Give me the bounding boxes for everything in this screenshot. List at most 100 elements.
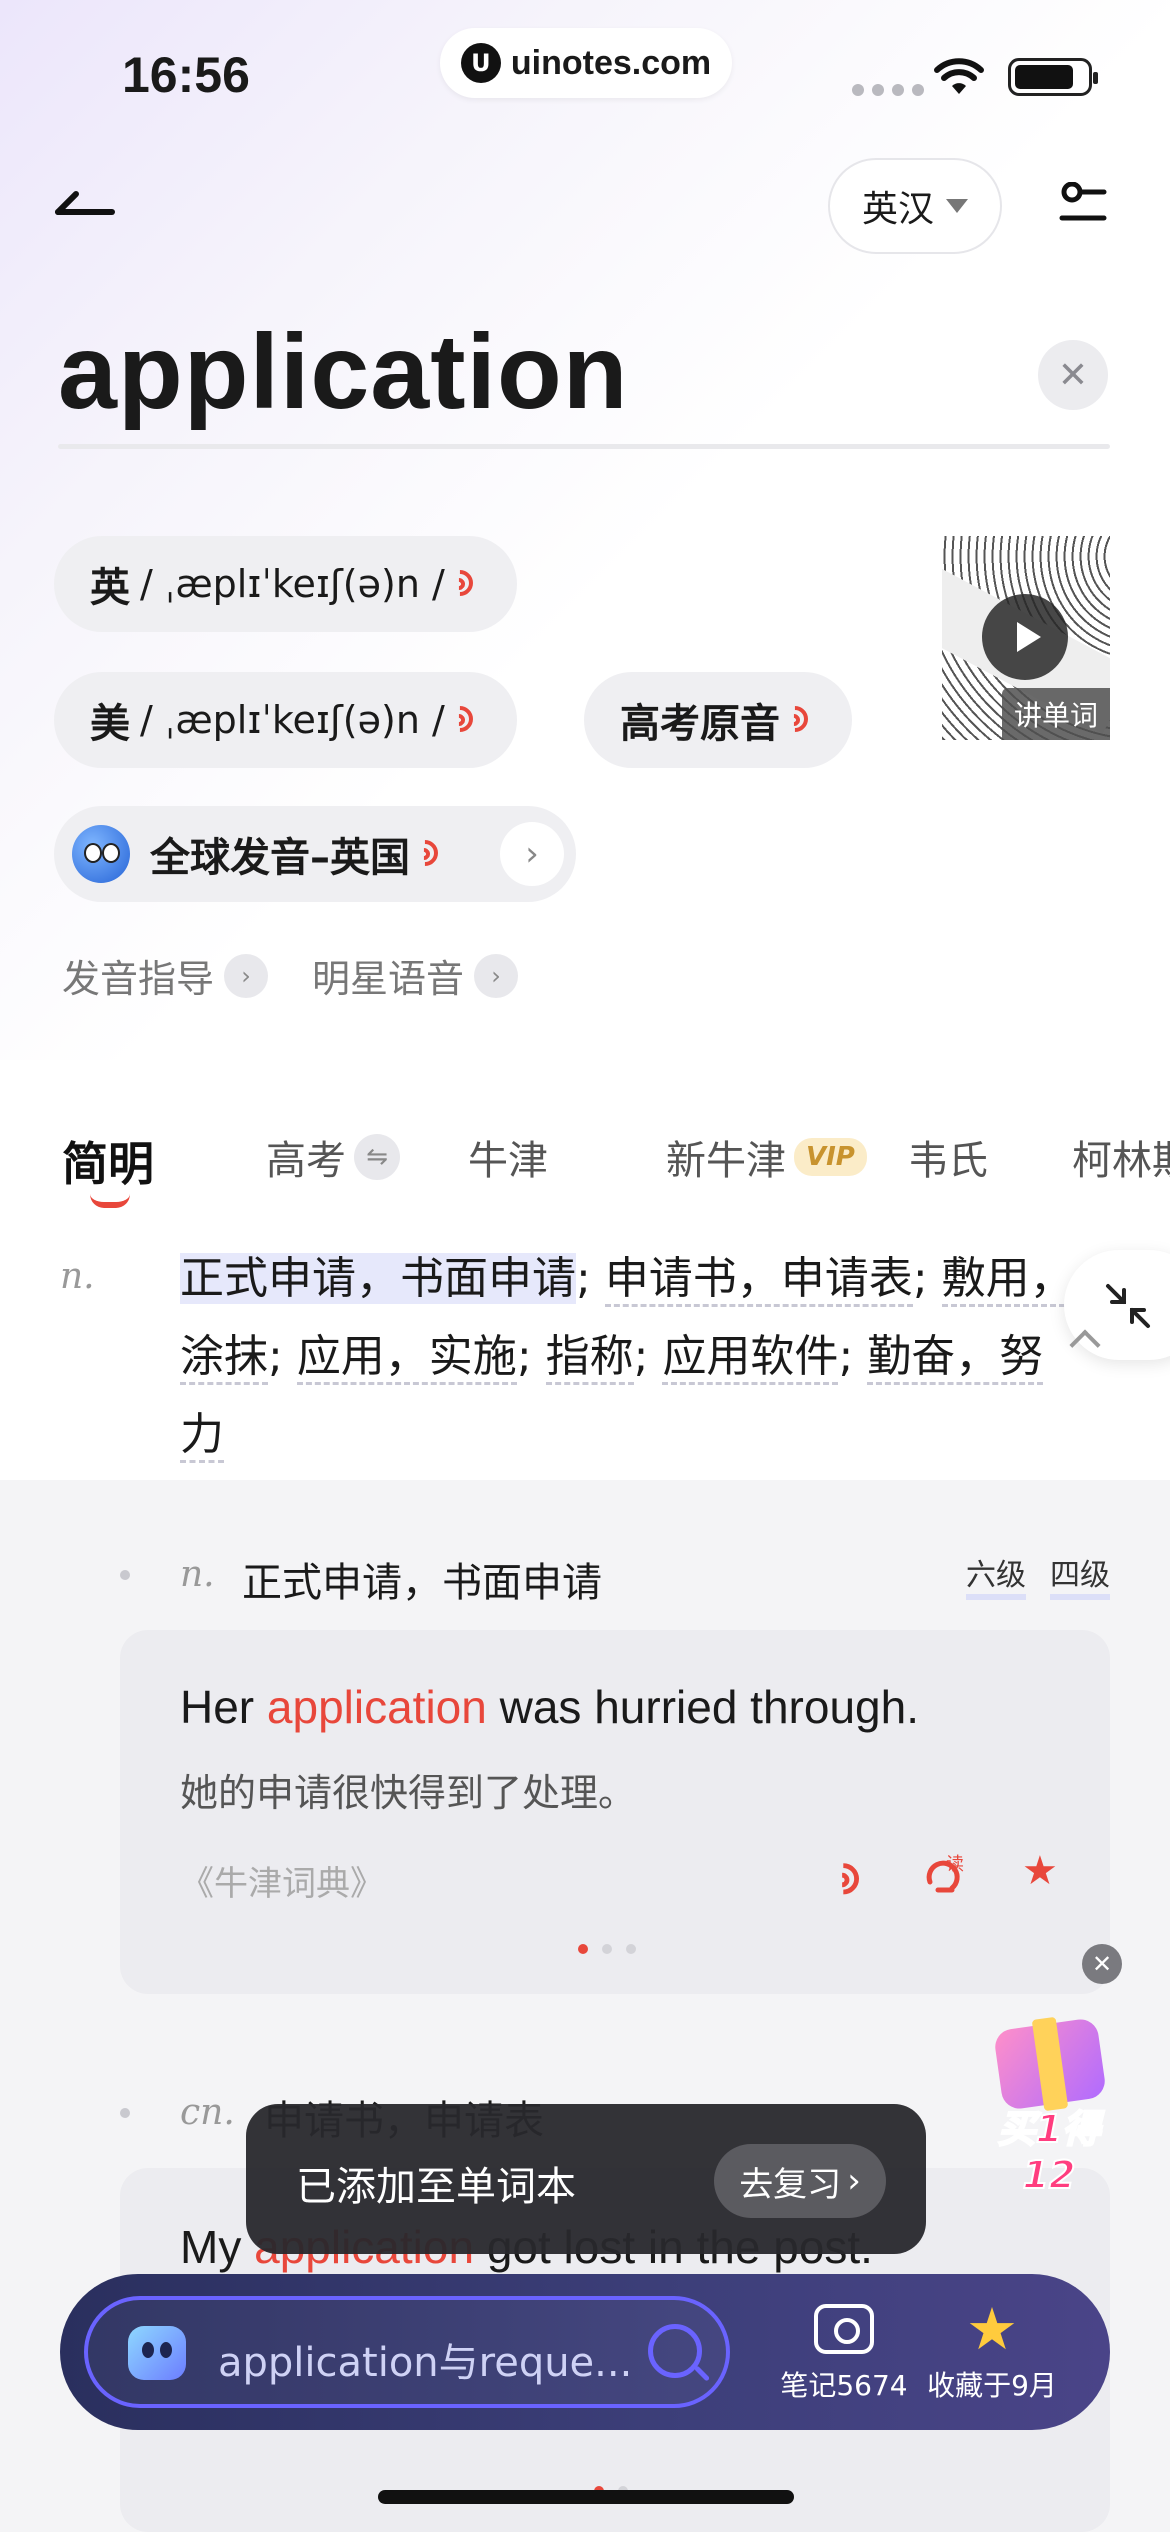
camera-note-icon — [814, 2304, 874, 2354]
back-arrow-icon[interactable] — [54, 176, 118, 232]
pronunciation-guide-link[interactable]: 发音指导 › — [62, 948, 269, 1003]
level-badge-cet6[interactable]: 六级 — [966, 1550, 1026, 1600]
close-promo-button[interactable]: ✕ — [1082, 1944, 1122, 1984]
celebrity-voice-link[interactable]: 明星语音 › — [312, 948, 519, 1003]
dictionary-tabs: 简明 高考 ⇋ 牛津 新牛津 VIP 韦氏 柯林斯 — [62, 1128, 1170, 1208]
uk-phonetic: / ˌæplɪˈkeɪʃ(ə)n / — [140, 562, 445, 606]
example-text: My — [180, 2221, 255, 2273]
tab-label: 柯林斯 — [1072, 1138, 1170, 1184]
speaker-icon — [776, 700, 816, 738]
gaokao-audio-label: 高考原音 — [620, 701, 780, 747]
definition-item[interactable]: 申请书，申请表 — [604, 1253, 913, 1307]
favorites-button[interactable]: ★ 收藏于9月 — [922, 2295, 1062, 2404]
us-pronunciation-button[interactable]: 美 / ˌæplɪˈkeɪʃ(ə)n / — [54, 672, 517, 768]
definition-item[interactable]: 正式申请，书面申请 — [180, 1253, 576, 1304]
added-to-wordbook-toast: 已添加至单词本 去复习 › — [246, 2104, 926, 2254]
uk-pronunciation-button[interactable]: 英 / ˌæplɪˈkeɪʃ(ə)n / — [54, 536, 517, 632]
speaker-icon — [441, 564, 481, 602]
favorites-label: 收藏于9月 — [927, 2369, 1057, 2402]
url-text: uinotes.com — [510, 43, 712, 82]
promo-banner[interactable]: 买1得12 — [974, 2017, 1124, 2198]
close-icon: ✕ — [1057, 354, 1089, 396]
bottom-action-bar: application与reque... 笔记5674 ★ 收藏于9月 — [60, 2274, 1110, 2430]
headword: application — [58, 313, 629, 431]
us-phonetic: / ˌæplɪˈkeɪʃ(ə)n / — [140, 698, 445, 742]
go-review-button[interactable]: 去复习 › — [714, 2144, 886, 2218]
read-aloud-icon[interactable]: 读 — [922, 1852, 968, 1908]
sense-bullet — [120, 2108, 130, 2118]
ai-search-input[interactable]: application与reque... — [84, 2296, 730, 2408]
example-keyword: application — [266, 1681, 487, 1733]
sense-pos: cn. — [180, 2092, 235, 2133]
definition-summary: 正式申请，书面申请; 申请书，申请表; 敷用，涂抹; 应用，实施; 指称; 应用… — [180, 1240, 1080, 1474]
clear-search-button[interactable]: ✕ — [1038, 340, 1108, 410]
sense-meaning: 正式申请，书面申请 — [242, 1560, 602, 1606]
separator: ; — [516, 1331, 546, 1382]
site-logo-icon: U — [460, 43, 501, 83]
example-card: Her application was hurried through. 她的申… — [120, 1630, 1110, 1994]
example-text: Her — [180, 1681, 267, 1733]
definition-item[interactable]: 应用，实施 — [296, 1331, 517, 1385]
star-icon: ★ — [966, 2295, 1018, 2363]
definition-item[interactable]: 应用软件 — [662, 1331, 839, 1385]
tab-oxford[interactable]: 牛津 — [468, 1128, 548, 1186]
speaker-icon[interactable] — [821, 1856, 868, 1901]
global-pronunciation-button[interactable]: 全球发音–英国 › — [54, 806, 576, 902]
tab-gaokao[interactable]: 高考 ⇋ — [266, 1128, 400, 1186]
uk-label: 英 — [90, 565, 130, 611]
notes-button[interactable]: 笔记5674 — [776, 2304, 912, 2404]
tab-label: 新牛津 — [666, 1138, 786, 1184]
status-time: 16:56 — [122, 47, 250, 103]
tab-label: 简明 — [62, 1137, 154, 1191]
cellular-signal-icon — [852, 84, 924, 96]
global-pronunciation-label: 全球发音–英国 — [150, 835, 410, 881]
tab-collins[interactable]: 柯林斯 — [1072, 1128, 1170, 1186]
separator: ; — [576, 1253, 605, 1304]
video-label: 讲单词 — [1001, 688, 1110, 740]
tab-webster[interactable]: 韦氏 — [908, 1128, 988, 1186]
sense-pos: n. — [180, 1554, 215, 1595]
promo-text: 买1得12 — [997, 2106, 1101, 2198]
separator: ; — [838, 1331, 868, 1382]
toast-message: 已添加至单词本 — [296, 2164, 576, 2210]
chevron-right-icon: › — [500, 822, 564, 886]
definition-item[interactable]: 指称 — [545, 1331, 634, 1385]
gift-box-icon — [992, 2017, 1108, 2111]
carousel-dots — [578, 1944, 636, 1954]
tab-concise[interactable]: 简明 — [62, 1128, 154, 1194]
us-label: 美 — [90, 701, 130, 747]
level-badge-cet4[interactable]: 四级 — [1050, 1550, 1110, 1600]
close-icon: ✕ — [1091, 1950, 1113, 1978]
favorite-star-icon[interactable]: ★ — [1022, 1848, 1058, 1894]
home-indicator — [378, 2490, 794, 2504]
notes-label: 笔记5674 — [780, 2369, 908, 2402]
language-label: 英汉 — [861, 189, 934, 230]
globe-mascot-icon — [72, 825, 130, 883]
example-translation: 她的申请很快得到了处理。 — [180, 1771, 637, 1815]
sense-bullet — [120, 1570, 130, 1580]
speaker-icon — [441, 700, 481, 738]
headword-divider — [58, 444, 1110, 449]
gaokao-audio-button[interactable]: 高考原音 — [584, 672, 852, 768]
chevron-right-icon: › — [474, 953, 519, 998]
tab-new-oxford[interactable]: 新牛津 VIP — [666, 1128, 867, 1186]
tab-label: 高考 — [266, 1138, 346, 1184]
url-pill[interactable]: U uinotes.com — [440, 28, 732, 98]
search-suggestion: application与reque... — [218, 2340, 628, 2386]
word-video-thumbnail[interactable]: 讲单词 — [942, 536, 1110, 740]
active-tab-indicator — [90, 1194, 130, 1208]
example-text: was hurried through. — [486, 1681, 919, 1733]
search-icon — [648, 2324, 702, 2378]
example-sentence[interactable]: Her application was hurried through. — [180, 1680, 919, 1734]
chevron-right-icon: › — [224, 953, 269, 998]
part-of-speech: n. — [60, 1256, 95, 1297]
collapse-arrows-icon — [1106, 1284, 1150, 1328]
settings-sliders-icon[interactable] — [1058, 182, 1108, 230]
example-source: 《牛津词典》 — [180, 1864, 384, 1904]
dictionary-language-selector[interactable]: 英汉 — [828, 158, 1002, 254]
separator: ; — [268, 1331, 297, 1382]
speaker-icon — [406, 834, 446, 872]
celebrity-voice-label: 明星语音 — [312, 957, 465, 1001]
chevron-right-icon: › — [847, 2161, 861, 2201]
svg-text:读: 读 — [946, 1854, 964, 1875]
